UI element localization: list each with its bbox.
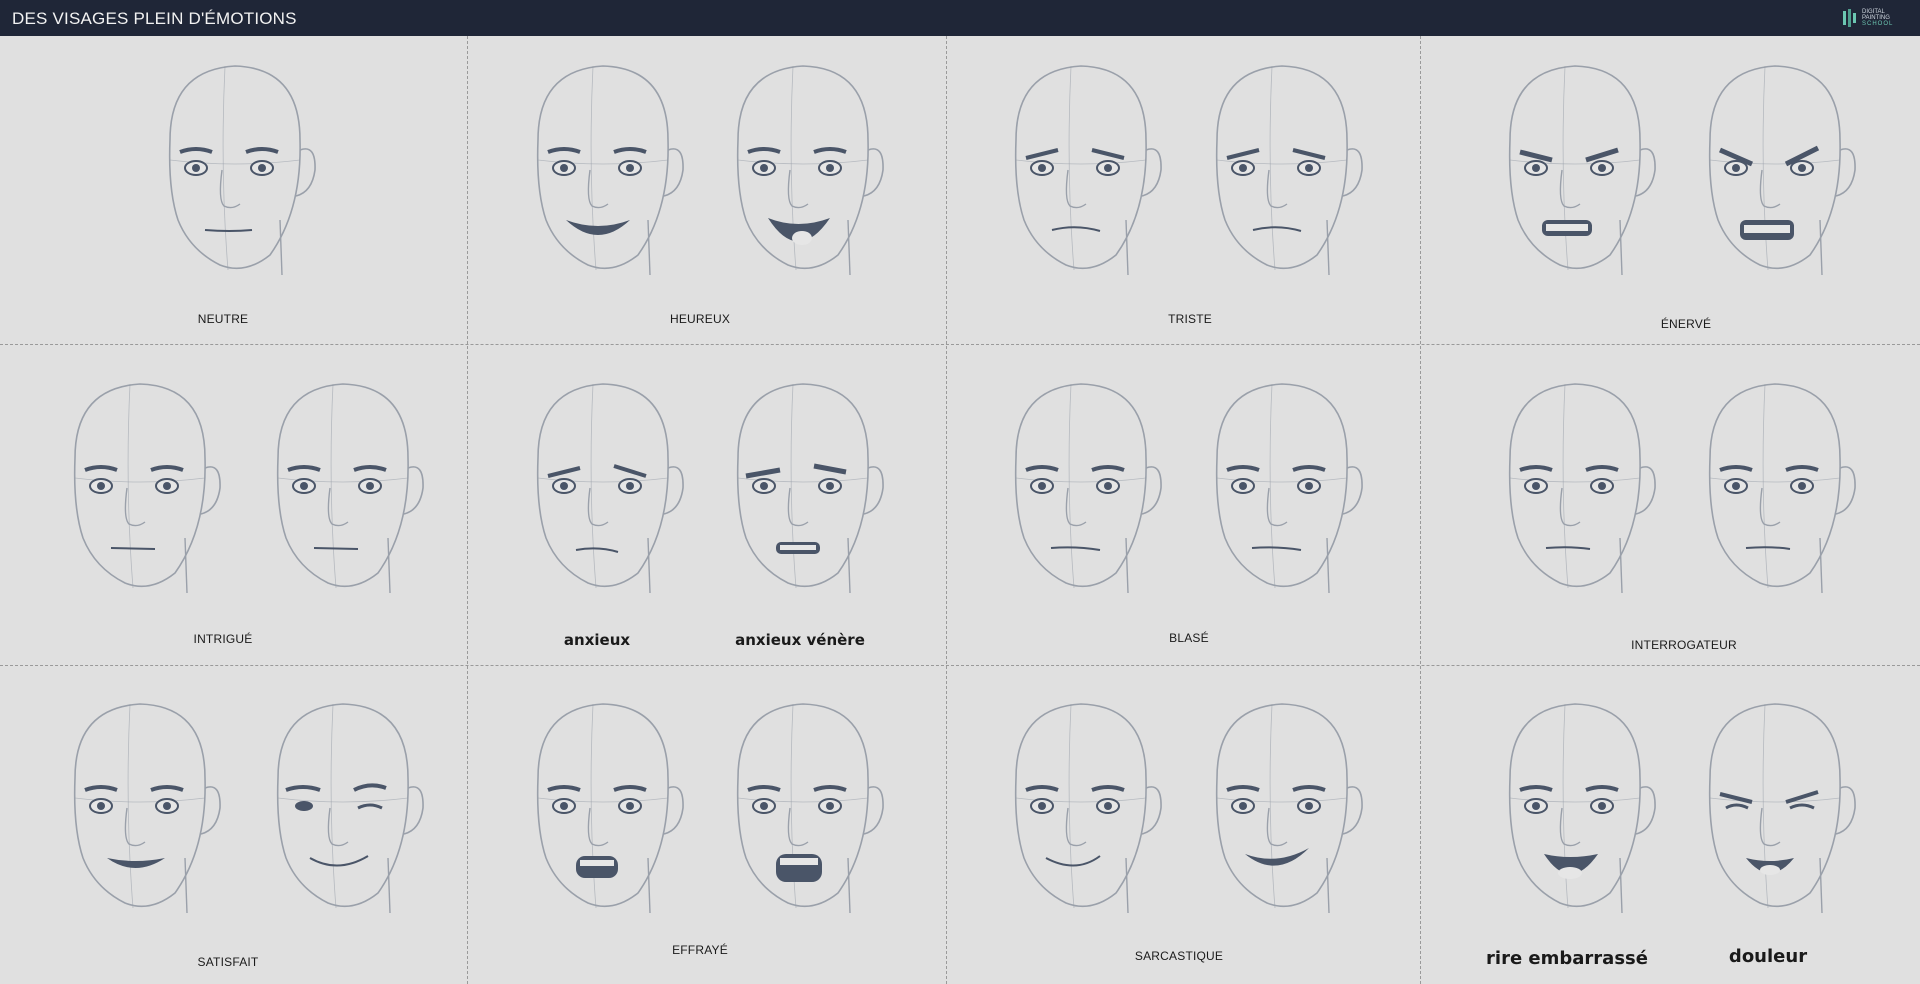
logo-text-3: SCHOOL (1862, 21, 1894, 27)
label-anxieux-venere: anxieux vénère (735, 631, 865, 649)
face-drawing (518, 60, 688, 280)
face-drawing (718, 60, 888, 280)
label-neutre: NEUTRE (197, 312, 249, 326)
grid-divider (0, 665, 1920, 666)
label-douleur: douleur (1728, 946, 1808, 967)
grid-divider (946, 36, 947, 984)
label-satisfait: SATISFAIT (197, 955, 259, 969)
grid-divider (467, 36, 468, 984)
header-bar: DES VISAGES PLEIN D'ÉMOTIONS DIGITAL PAI… (0, 0, 1920, 36)
face-drawing (996, 60, 1166, 280)
face-drawing (518, 698, 688, 918)
logo-icon (1843, 9, 1856, 27)
label-rire-embarrasse: rire embarrassé (1486, 948, 1648, 969)
face-drawing (1197, 60, 1367, 280)
logo: DIGITAL PAINTING SCHOOL (1842, 7, 1902, 29)
face-drawing (258, 378, 428, 598)
label-intrigue: INTRIGUÉ (193, 632, 253, 646)
face-drawing (718, 698, 888, 918)
label-sarcastique: SARCASTIQUE (1134, 949, 1224, 963)
label-interrogateur: INTERROGATEUR (1631, 638, 1737, 652)
face-drawing (1690, 60, 1860, 280)
label-anxieux: anxieux (563, 631, 631, 649)
face-drawing (150, 60, 320, 280)
face-drawing (1197, 378, 1367, 598)
grid-divider (1420, 36, 1421, 984)
face-drawing (1490, 60, 1660, 280)
label-triste: TRISTE (1168, 312, 1212, 326)
face-drawing (1490, 698, 1660, 918)
face-drawing (55, 378, 225, 598)
face-drawing (1690, 378, 1860, 598)
face-drawing (258, 698, 428, 918)
face-drawing (718, 378, 888, 598)
page-title: DES VISAGES PLEIN D'ÉMOTIONS (12, 9, 297, 28)
face-drawing (1197, 698, 1367, 918)
face-drawing (1490, 378, 1660, 598)
face-drawing (518, 378, 688, 598)
face-drawing (996, 698, 1166, 918)
grid-divider (0, 344, 1920, 345)
label-effraye: EFFRAYÉ (672, 943, 728, 957)
face-drawing (55, 698, 225, 918)
label-heureux: HEUREUX (669, 312, 731, 326)
face-drawing (1690, 698, 1860, 918)
face-drawing (996, 378, 1166, 598)
label-enerve: ÉNERVÉ (1660, 317, 1712, 331)
label-blase: BLASÉ (1169, 631, 1209, 645)
